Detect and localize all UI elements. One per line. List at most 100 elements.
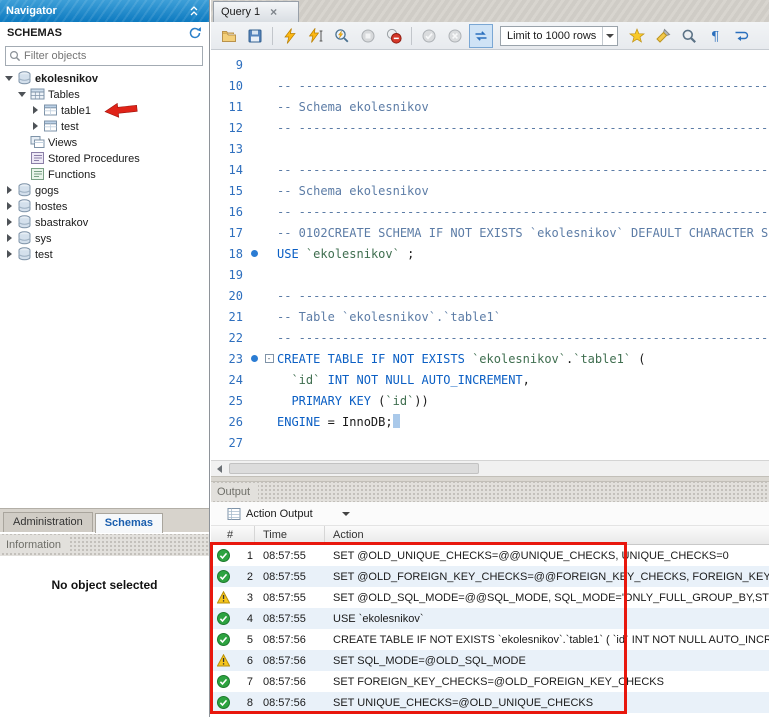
sidebar-item-views[interactable]: Views — [0, 134, 209, 150]
save-snippet-button[interactable] — [625, 24, 649, 48]
column-header-action[interactable]: Action — [325, 526, 769, 544]
output-row-4[interactable]: 408:57:55USE `ekolesnikov` — [211, 608, 769, 629]
editor-line[interactable]: 9 — [211, 54, 769, 75]
line-number: 17 — [211, 226, 247, 240]
editor-line[interactable]: 12-- -----------------------------------… — [211, 117, 769, 138]
editor-line[interactable]: 11-- Schema ekolesnikov — [211, 96, 769, 117]
editor-line[interactable]: 26 ENGINE = InnoDB; — [211, 411, 769, 432]
save-script-button[interactable] — [243, 24, 267, 48]
editor-line[interactable]: 10-- -----------------------------------… — [211, 75, 769, 96]
commit-button[interactable] — [417, 24, 441, 48]
sidebar-item-functions[interactable]: Functions — [0, 166, 209, 182]
tab-administration[interactable]: Administration — [3, 512, 93, 532]
action-output-select[interactable]: Action Output — [221, 505, 356, 523]
output-row-6[interactable]: 608:57:56SET SQL_MODE=@OLD_SQL_MODE — [211, 650, 769, 671]
filter-objects-input[interactable] — [24, 50, 199, 62]
toolbar-left-icons — [216, 24, 494, 48]
editor-line[interactable]: 23-CREATE TABLE IF NOT EXISTS `ekolesnik… — [211, 348, 769, 369]
sidebar-item-test[interactable]: test — [0, 118, 209, 134]
output-row-2[interactable]: 208:57:55SET @OLD_FOREIGN_KEY_CHECKS=@@F… — [211, 566, 769, 587]
execute-button[interactable] — [278, 24, 302, 48]
chevron-right-icon[interactable] — [4, 234, 14, 242]
scroll-left-button[interactable] — [211, 461, 227, 476]
rollback-button[interactable] — [443, 24, 467, 48]
chevron-down-icon[interactable] — [17, 92, 27, 97]
stop-icon — [360, 28, 376, 44]
close-tab-icon[interactable]: × — [270, 7, 277, 17]
editor-line[interactable]: 25 PRIMARY KEY (`id`)) — [211, 390, 769, 411]
output-rows: 108:57:55SET @OLD_UNIQUE_CHECKS=@@UNIQUE… — [211, 545, 769, 713]
limit-rows-dropdown[interactable]: Limit to 1000 rows — [500, 26, 618, 46]
editor-horizontal-scrollbar[interactable] — [211, 460, 769, 476]
sidebar-item-test[interactable]: test — [0, 246, 209, 262]
column-header-index[interactable]: # — [211, 526, 255, 544]
output-row-3[interactable]: 308:57:55SET @OLD_SQL_MODE=@@SQL_MODE, S… — [211, 587, 769, 608]
sidebar-item-hostes[interactable]: hostes — [0, 198, 209, 214]
editor-line[interactable]: 20-- -----------------------------------… — [211, 285, 769, 306]
fold-collapse-icon[interactable]: - — [261, 354, 277, 363]
open-script-button[interactable] — [217, 24, 241, 48]
chevron-right-icon[interactable] — [4, 250, 14, 258]
clear-button[interactable] — [651, 24, 675, 48]
clear-icon — [655, 28, 671, 44]
editor-line[interactable]: 16-- -----------------------------------… — [211, 201, 769, 222]
mysql-workbench-window: Navigator SCHEMAS ekolesnikovTablestable… — [0, 0, 769, 717]
wrap-button[interactable] — [729, 24, 753, 48]
line-text: -- -------------------------------------… — [277, 163, 769, 177]
output-row-1[interactable]: 108:57:55SET @OLD_UNIQUE_CHECKS=@@UNIQUE… — [211, 545, 769, 566]
editor-line[interactable]: 22-- -----------------------------------… — [211, 327, 769, 348]
invisibles-button[interactable]: ¶ — [703, 24, 727, 48]
chevron-down-icon[interactable] — [4, 76, 14, 81]
line-text: ENGINE = InnoDB; — [277, 414, 769, 429]
chevron-right-icon[interactable] — [4, 218, 14, 226]
row-time: 08:57:56 — [255, 655, 325, 667]
tab-query1[interactable]: Query 1 × — [213, 1, 299, 22]
sql-editor[interactable]: 910-- ----------------------------------… — [211, 50, 769, 460]
query-editor-panel: Query 1 × Limit to 1000 rows ¶ 910-- ---… — [211, 0, 769, 717]
stop-on-error-button[interactable] — [382, 24, 406, 48]
editor-line[interactable]: 18USE `ekolesnikov` ; — [211, 243, 769, 264]
filter-box — [5, 46, 203, 66]
editor-line[interactable]: 13 — [211, 138, 769, 159]
editor-line[interactable]: 27 — [211, 432, 769, 453]
sidebar-item-gogs[interactable]: gogs — [0, 182, 209, 198]
sidebar-item-stored-procedures[interactable]: Stored Procedures — [0, 150, 209, 166]
line-number: 26 — [211, 415, 247, 429]
procedures-icon — [30, 151, 45, 165]
editor-line[interactable]: 15-- Schema ekolesnikov — [211, 180, 769, 201]
tab-schemas[interactable]: Schemas — [95, 513, 163, 533]
chevron-right-icon[interactable] — [30, 106, 40, 114]
output-row-8[interactable]: 808:57:56SET UNIQUE_CHECKS=@OLD_UNIQUE_C… — [211, 692, 769, 713]
editor-line[interactable]: 17 -- 0102CREATE SCHEMA IF NOT EXISTS `ek… — [211, 222, 769, 243]
editor-line[interactable]: 19 — [211, 264, 769, 285]
collapse-panel-icon[interactable] — [187, 5, 203, 17]
stop-button[interactable] — [356, 24, 380, 48]
line-number: 21 — [211, 310, 247, 324]
explain-button[interactable] — [330, 24, 354, 48]
line-text: -- 0102CREATE SCHEMA IF NOT EXISTS `ekol… — [277, 226, 769, 240]
sidebar-item-sbastrakov[interactable]: sbastrakov — [0, 214, 209, 230]
sidebar-item-sys[interactable]: sys — [0, 230, 209, 246]
find-button[interactable] — [677, 24, 701, 48]
refresh-schemas-icon[interactable] — [188, 26, 202, 40]
output-row-5[interactable]: 508:57:56CREATE TABLE IF NOT EXISTS `eko… — [211, 629, 769, 650]
column-header-time[interactable]: Time — [255, 526, 325, 544]
row-index: 4 — [233, 613, 255, 625]
line-number: 10 — [211, 79, 247, 93]
editor-line[interactable]: 24 `id` INT NOT NULL AUTO_INCREMENT, — [211, 369, 769, 390]
chevron-right-icon[interactable] — [4, 186, 14, 194]
sidebar-item-ekolesnikov[interactable]: ekolesnikov — [0, 70, 209, 86]
tree-item-label: sbastrakov — [35, 216, 88, 229]
sidebar-item-tables[interactable]: Tables — [0, 86, 209, 102]
sidebar-bottom-tabs: Administration Schemas — [0, 508, 209, 532]
stop-on-error-icon — [386, 28, 402, 44]
editor-line[interactable]: 21-- Table `ekolesnikov`.`table1` — [211, 306, 769, 327]
chevron-right-icon[interactable] — [30, 122, 40, 130]
auto-commit-button[interactable] — [469, 24, 493, 48]
scrollbar-thumb[interactable] — [229, 463, 479, 474]
output-row-7[interactable]: 708:57:56SET FOREIGN_KEY_CHECKS=@OLD_FOR… — [211, 671, 769, 692]
sidebar-item-table1[interactable]: table1 — [0, 102, 209, 118]
chevron-right-icon[interactable] — [4, 202, 14, 210]
execute-current-button[interactable] — [304, 24, 328, 48]
editor-line[interactable]: 14-- -----------------------------------… — [211, 159, 769, 180]
